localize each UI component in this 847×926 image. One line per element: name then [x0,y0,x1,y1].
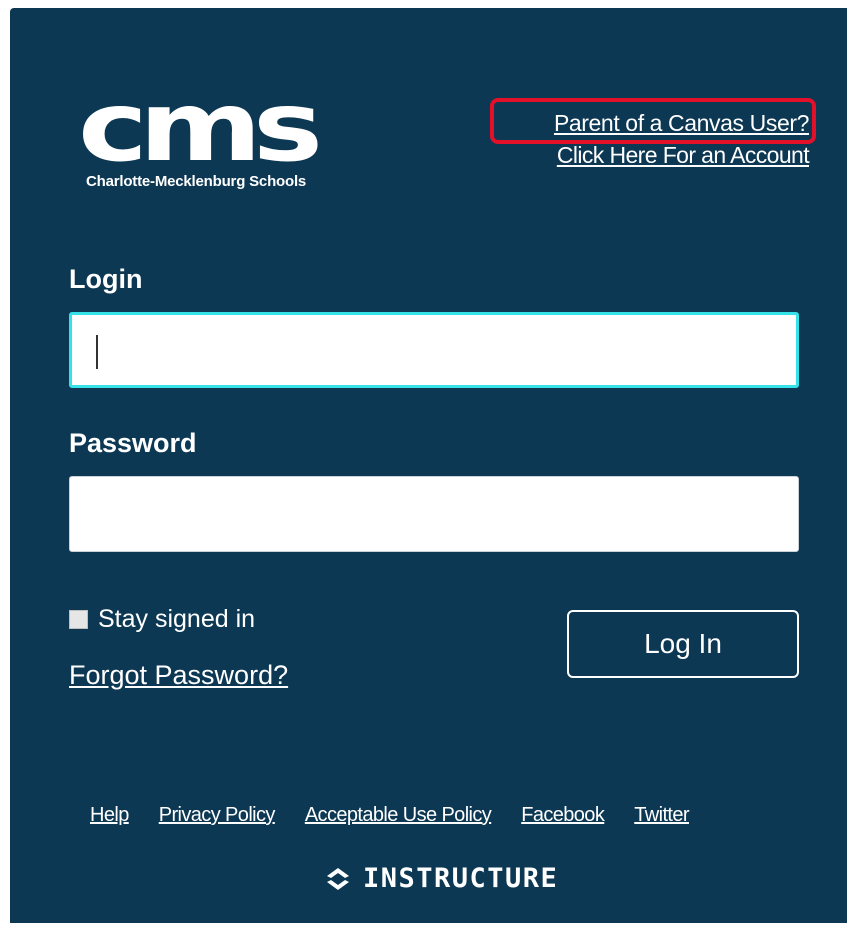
footer-link-twitter[interactable]: Twitter [634,804,689,827]
footer-link-privacy-policy[interactable]: Privacy Policy [159,804,276,827]
brand-name: INSTRUCTURE [363,863,559,894]
instructure-brand[interactable]: INSTRUCTURE [323,863,558,894]
create-account-link[interactable]: Click Here For an Account [557,142,810,169]
highlight-annotation [490,98,816,144]
footer-links: Help Privacy Policy Acceptable Use Polic… [90,804,690,827]
footer-link-help[interactable]: Help [90,804,129,827]
instructure-chevrons-icon [327,867,349,890]
footer-link-acceptable-use-policy[interactable]: Acceptable Use Policy [305,804,492,827]
stay-signed-in-label[interactable]: Stay signed in [98,605,255,634]
login-input[interactable] [69,312,799,388]
logo-subtitle: Charlotte-Mecklenburg Schools [86,173,307,190]
password-input[interactable] [69,476,799,552]
stay-signed-in-row: Stay signed in [69,605,255,634]
text-caret [96,335,98,369]
logo-mark: cms [78,69,323,183]
login-label: Login [69,264,143,294]
stay-signed-in-checkbox[interactable] [69,610,88,629]
footer-link-facebook[interactable]: Facebook [521,804,605,827]
password-label: Password [69,428,197,458]
login-button[interactable]: Log In [567,610,799,678]
login-panel: cms Charlotte-Mecklenburg Schools Parent… [10,8,847,923]
forgot-password-link[interactable]: Forgot Password? [69,660,288,691]
cms-logo: cms Charlotte-Mecklenburg Schools [78,78,398,208]
